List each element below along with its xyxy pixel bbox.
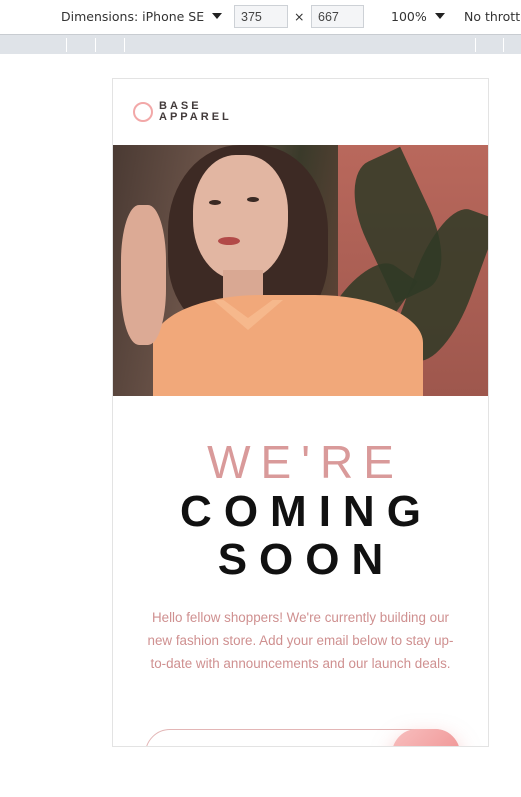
device-dimensions-dropdown[interactable]: Dimensions: iPhone SE — [61, 9, 223, 24]
hero-image — [113, 145, 488, 396]
email-signup-form: › — [145, 729, 460, 746]
zoom-dropdown[interactable]: 100% — [391, 9, 445, 24]
hero-eye — [209, 200, 221, 205]
devtools-device-toolbar: Dimensions: iPhone SE × 100% No throttl — [0, 0, 521, 34]
dimension-separator: × — [294, 9, 305, 24]
logo-line-2: APPAREL — [159, 111, 232, 123]
throttling-dropdown[interactable]: No throttl — [464, 9, 521, 24]
chevron-down-icon — [212, 13, 223, 19]
ruler-tick[interactable] — [503, 38, 504, 52]
ruler-tick[interactable] — [95, 38, 96, 52]
logo-circle-icon — [133, 102, 153, 122]
chevron-down-icon — [434, 13, 445, 19]
arrow-right-icon: › — [422, 742, 430, 746]
hero-lips — [218, 237, 240, 245]
hero-hand — [121, 205, 166, 345]
brand-logo[interactable]: BASE APPAREL — [133, 101, 232, 123]
ruler-tick[interactable] — [124, 38, 125, 52]
viewport-height-input[interactable] — [311, 5, 364, 28]
zoom-label: 100% — [391, 9, 427, 24]
device-label: Dimensions: iPhone SE — [61, 9, 205, 24]
media-query-ruler[interactable] — [0, 34, 521, 54]
device-viewport: BASE APPAREL WE'RE COMING SOON Hello fel… — [112, 78, 489, 747]
viewport-width-input[interactable] — [234, 5, 288, 28]
ruler-tick[interactable] — [475, 38, 476, 52]
headline-light: WE'RE — [207, 436, 404, 488]
logo-text: BASE APPAREL — [159, 101, 232, 123]
hero-shirt — [153, 295, 423, 396]
headline-bold-line-1: COMING — [180, 487, 433, 536]
hero-eye — [247, 197, 259, 202]
coming-soon-copy: WE'RE COMING SOON Hello fellow shoppers!… — [113, 439, 488, 675]
hero-face — [193, 155, 288, 280]
description-text: Hello fellow shoppers! We're currently b… — [147, 610, 454, 671]
ruler-tick[interactable] — [66, 38, 67, 52]
headline-bold-line-2: SOON — [217, 535, 396, 584]
